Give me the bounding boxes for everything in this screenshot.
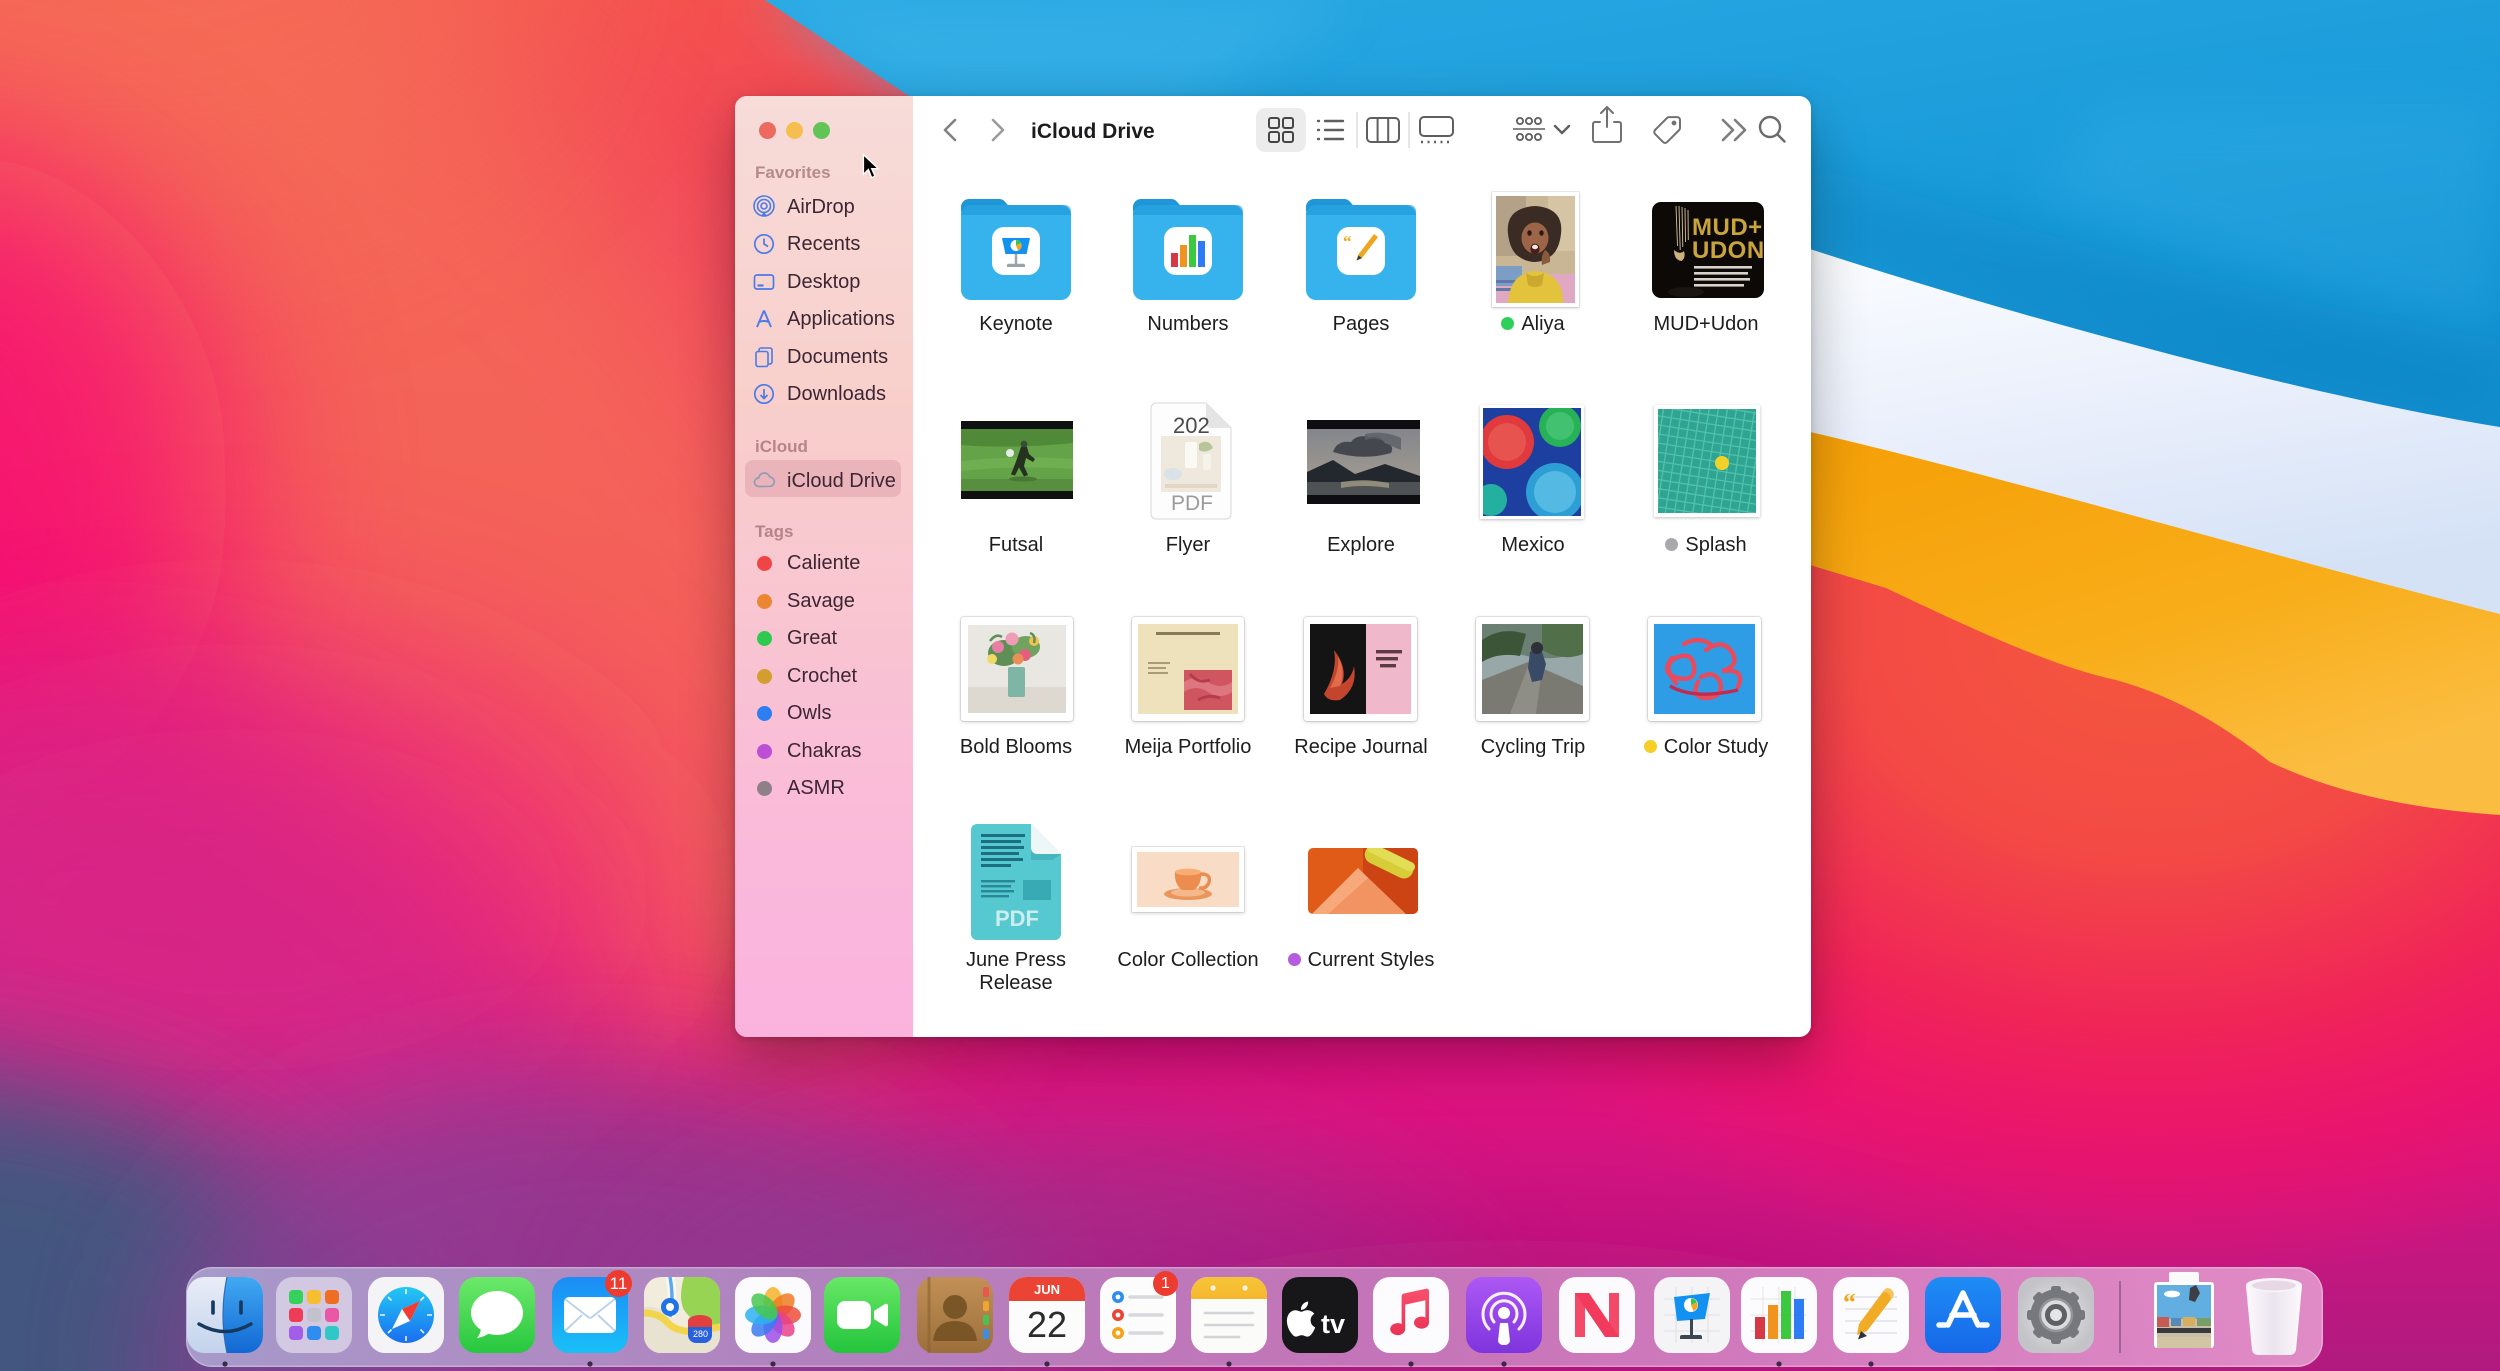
svg-text:“: “: [1343, 232, 1352, 251]
svg-text:“: “: [1843, 1288, 1856, 1317]
svg-text:202: 202: [1173, 413, 1210, 438]
svg-text:tv: tv: [1321, 1309, 1345, 1339]
svg-text:iCloud Drive: iCloud Drive: [1031, 120, 1155, 143]
svg-text:PDF: PDF: [1171, 492, 1213, 515]
svg-text:JUN: JUN: [1034, 1282, 1060, 1297]
svg-text:280: 280: [693, 1329, 708, 1339]
svg-text:22: 22: [1027, 1304, 1067, 1345]
svg-text:UDON: UDON: [1692, 237, 1764, 264]
svg-text:PDF: PDF: [995, 906, 1039, 931]
